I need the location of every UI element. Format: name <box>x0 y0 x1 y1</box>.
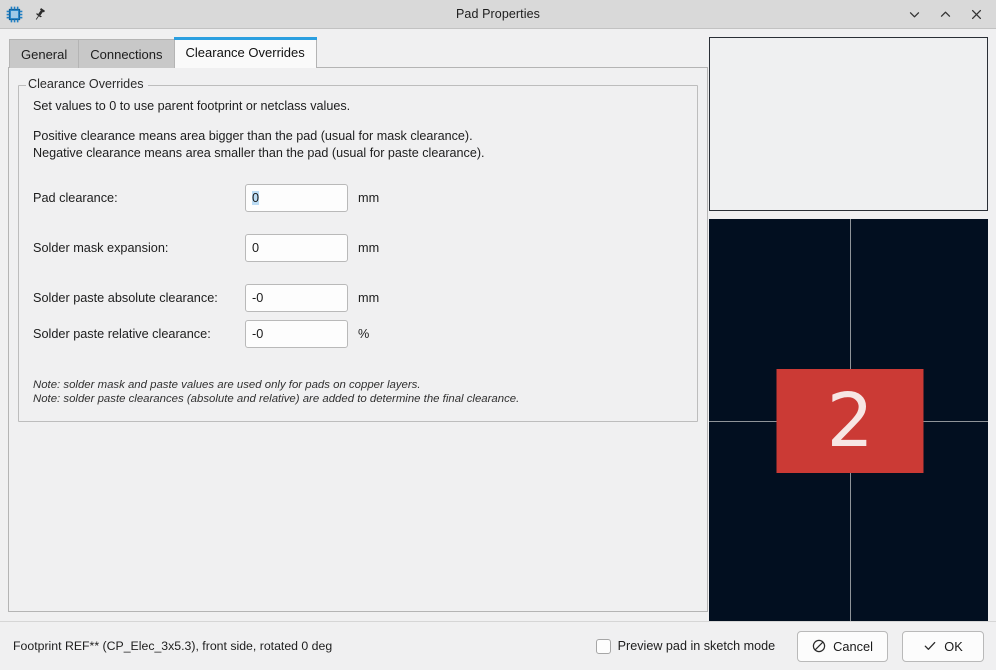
label-pad-clearance: Pad clearance: <box>33 191 245 205</box>
group-description: Set values to 0 to use parent footprint … <box>33 98 683 162</box>
no-entry-icon <box>812 639 826 653</box>
input-solder-paste-relative-clearance[interactable] <box>245 320 348 348</box>
group-title: Clearance Overrides <box>26 77 148 91</box>
tab-general[interactable]: General <box>9 39 79 68</box>
pad-properties-dialog: Pad Properties General <box>0 0 996 670</box>
clearance-form: Pad clearance: mm Solder mask expansion:… <box>33 180 683 352</box>
cancel-button-label: Cancel <box>833 639 873 654</box>
pin-icon[interactable] <box>32 7 47 22</box>
sketch-mode-label: Preview pad in sketch mode <box>618 639 776 653</box>
dialog-body: General Connections Clearance Overrides … <box>0 29 996 621</box>
note-line-2: Note: solder paste clearances (absolute … <box>33 392 683 407</box>
checkmark-icon <box>923 639 937 653</box>
label-solder-mask-expansion: Solder mask expansion: <box>33 241 245 255</box>
label-solder-paste-relative-clearance: Solder paste relative clearance: <box>33 327 245 341</box>
tab-bar: General Connections Clearance Overrides <box>9 37 709 68</box>
status-bar-text: Footprint REF** (CP_Elec_3x5.3), front s… <box>13 639 332 653</box>
description-line-1: Set values to 0 to use parent footprint … <box>33 98 683 115</box>
window-title: Pad Properties <box>0 7 996 21</box>
pad-number-label: 2 <box>827 384 873 458</box>
note-line-1: Note: solder mask and paste values are u… <box>33 378 683 393</box>
sketch-mode-checkbox[interactable] <box>596 639 611 654</box>
title-bar-icons <box>6 6 47 23</box>
close-button[interactable] <box>969 7 984 22</box>
field-row-solder-paste-absolute-clearance: Solder paste absolute clearance: mm <box>33 280 683 316</box>
dialog-footer: Footprint REF** (CP_Elec_3x5.3), front s… <box>0 621 996 670</box>
field-row-solder-paste-relative-clearance: Solder paste relative clearance: % <box>33 316 683 352</box>
field-row-solder-mask-expansion: Solder mask expansion: mm <box>33 230 683 266</box>
cancel-button[interactable]: Cancel <box>797 631 888 662</box>
tab-connections[interactable]: Connections <box>78 39 174 68</box>
unit-solder-mask-expansion: mm <box>358 241 379 255</box>
sketch-mode-checkbox-wrapper[interactable]: Preview pad in sketch mode <box>596 639 776 654</box>
title-bar: Pad Properties <box>0 0 996 29</box>
group-notes: Note: solder mask and paste values are u… <box>33 378 683 407</box>
tab-clearance-overrides[interactable]: Clearance Overrides <box>174 37 317 68</box>
label-solder-paste-absolute-clearance: Solder paste absolute clearance: <box>33 291 245 305</box>
left-column: General Connections Clearance Overrides … <box>0 29 709 621</box>
maximize-button[interactable] <box>938 7 953 22</box>
right-column: 2 <box>709 29 996 621</box>
unit-pad-clearance: mm <box>358 191 379 205</box>
pad-shape: 2 <box>776 369 923 473</box>
chip-icon <box>6 6 23 23</box>
footprint-preview-panel <box>709 37 988 211</box>
clearance-overrides-group: Clearance Overrides Set values to 0 to u… <box>18 85 698 422</box>
footer-actions: Preview pad in sketch mode Cancel O <box>596 631 984 662</box>
input-solder-paste-absolute-clearance[interactable] <box>245 284 348 312</box>
pad-preview-canvas[interactable]: 2 <box>709 219 988 621</box>
minimize-button[interactable] <box>907 7 922 22</box>
description-line-3: Negative clearance means area smaller th… <box>33 145 683 162</box>
input-pad-clearance[interactable] <box>245 184 348 212</box>
unit-solder-paste-relative-clearance: % <box>358 327 369 341</box>
unit-solder-paste-absolute-clearance: mm <box>358 291 379 305</box>
description-line-2: Positive clearance means area bigger tha… <box>33 128 683 145</box>
field-row-pad-clearance: Pad clearance: mm <box>33 180 683 216</box>
ok-button-label: OK <box>944 639 963 654</box>
tab-panel-clearance-overrides: Clearance Overrides Set values to 0 to u… <box>8 67 708 612</box>
ok-button[interactable]: OK <box>902 631 984 662</box>
input-solder-mask-expansion[interactable] <box>245 234 348 262</box>
window-controls <box>907 7 990 22</box>
